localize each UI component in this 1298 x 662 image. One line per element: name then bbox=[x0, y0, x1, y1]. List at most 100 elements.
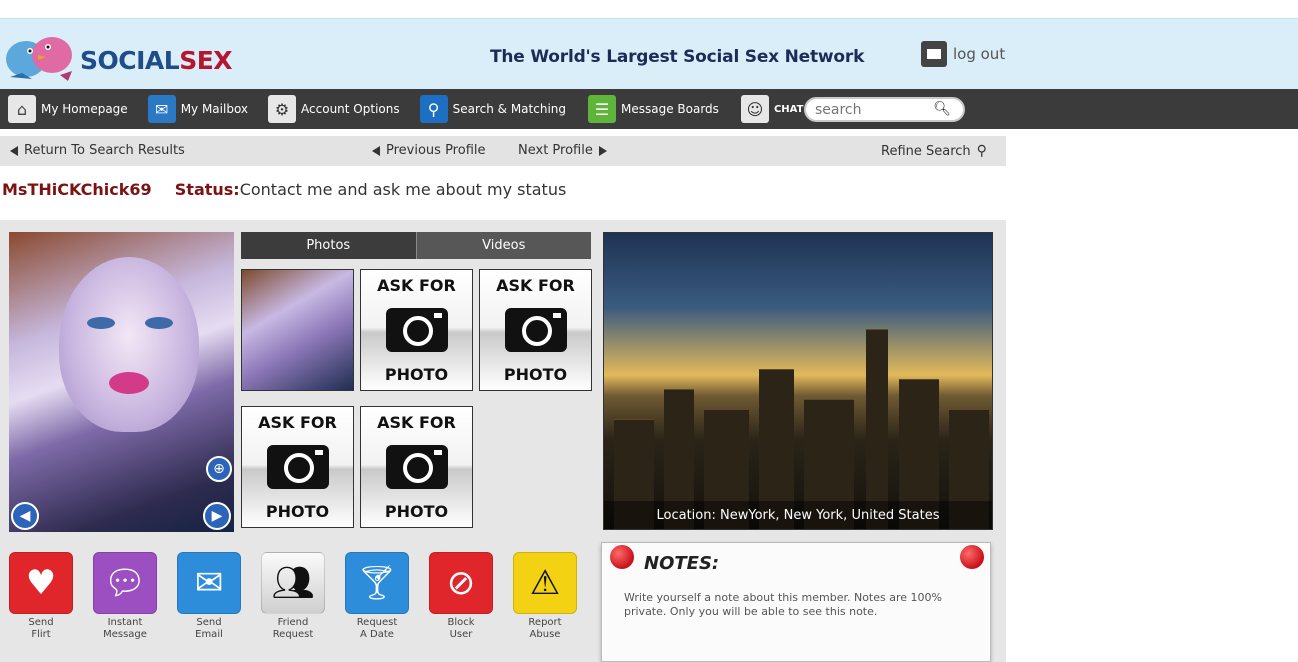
ask-for-photo-tile[interactable]: ASK FOR PHOTO bbox=[241, 406, 354, 528]
instant-message-button[interactable]: 💬︎ Instant Message bbox=[93, 552, 157, 641]
home-icon: ⌂ bbox=[8, 95, 36, 123]
send-flirt-button[interactable]: ♥ Send Flirt bbox=[9, 552, 73, 641]
nav-label: My Homepage bbox=[41, 102, 128, 116]
request-date-button[interactable]: 🍸︎ Request A Date bbox=[345, 552, 409, 641]
main-nav: ⌂ My Homepage ✉ My Mailbox ⚙ Account Opt… bbox=[0, 89, 1298, 129]
notes-placeholder: Write yourself a note about this member.… bbox=[624, 591, 942, 618]
nav-label: My Mailbox bbox=[180, 102, 249, 116]
ask-for-photo-tile[interactable]: ASK FOR PHOTO bbox=[360, 269, 473, 391]
zoom-icon[interactable]: ⊕ bbox=[206, 456, 232, 482]
send-email-button[interactable]: ✉ Send Email bbox=[177, 552, 241, 641]
location-label: Location: NewYork, New York, United Stat… bbox=[604, 501, 992, 529]
camera-icon bbox=[385, 445, 448, 489]
notes-title: NOTES: bbox=[644, 553, 720, 574]
mailbox-icon: ✉ bbox=[147, 95, 176, 123]
media-tabs: Photos Videos bbox=[241, 232, 591, 259]
arrow-right-icon bbox=[598, 145, 607, 156]
photo-lips bbox=[109, 372, 149, 394]
add-friend-icon: 👥︎ bbox=[261, 552, 325, 614]
heart-icon: ♥ bbox=[9, 552, 73, 614]
ask-for-photo-tile[interactable]: ASK FOR PHOTO bbox=[479, 269, 592, 391]
previous-label: Previous Profile bbox=[386, 143, 486, 158]
friend-request-button[interactable]: 👥︎ Friend Request bbox=[261, 552, 325, 641]
photo-label: PHOTO bbox=[384, 502, 449, 521]
next-profile-link[interactable]: Next Profile bbox=[518, 143, 607, 158]
arrow-left-icon bbox=[372, 145, 380, 156]
tab-videos[interactable]: Videos bbox=[415, 232, 591, 259]
skyline-building bbox=[866, 329, 888, 529]
report-abuse-button[interactable]: ⚠ Report Abuse bbox=[513, 552, 577, 641]
photo-thumbnail[interactable] bbox=[241, 269, 354, 391]
logout-label: log out bbox=[953, 45, 1006, 63]
location-photo: Location: NewYork, New York, United Stat… bbox=[603, 232, 993, 530]
ask-for-label: ASK FOR bbox=[377, 413, 456, 432]
nav-item-homepage[interactable]: ⌂ My Homepage bbox=[0, 89, 128, 129]
status-text: Contact me and ask me about my status bbox=[239, 180, 567, 199]
nav-item-account-options[interactable]: ⚙ Account Options bbox=[248, 89, 400, 129]
magnifier-icon: ⚲ bbox=[976, 143, 987, 159]
nav-item-mailbox[interactable]: ✉ My Mailbox bbox=[128, 89, 248, 129]
magnifier-icon[interactable]: 🔍︎ bbox=[933, 101, 951, 117]
top-spacer bbox=[0, 0, 1298, 18]
return-label: Return To Search Results bbox=[24, 143, 185, 158]
pushpin-icon bbox=[610, 545, 634, 569]
board-icon: ☰ bbox=[588, 95, 616, 123]
nav-label: Message Boards bbox=[621, 102, 719, 116]
refine-label: Refine Search bbox=[881, 143, 971, 159]
camera-icon bbox=[504, 308, 567, 352]
pushpin-icon bbox=[960, 545, 984, 569]
refine-search-link[interactable]: Refine Search ⚲ bbox=[881, 143, 987, 159]
profile-panel: ◀ ▶ ⊕ Photos Videos ASK FOR PHOTO ASK FO… bbox=[0, 220, 1006, 662]
photo-label: PHOTO bbox=[503, 365, 568, 384]
action-label: Instant Message bbox=[103, 617, 147, 640]
nav-item-message-boards[interactable]: ☰ Message Boards bbox=[566, 89, 719, 129]
speech-bubble-icon: 💬︎ bbox=[93, 552, 157, 614]
logout-link[interactable]: log out bbox=[921, 41, 1005, 67]
tab-photos[interactable]: Photos bbox=[241, 232, 416, 259]
next-label: Next Profile bbox=[518, 143, 593, 158]
action-label: Friend Request bbox=[272, 617, 314, 640]
photo-face bbox=[59, 257, 199, 432]
nav-item-search-matching[interactable]: ⚲ Search & Matching bbox=[400, 89, 566, 129]
photo-label: PHOTO bbox=[384, 365, 449, 384]
cocktail-icon: 🍸︎ bbox=[345, 552, 409, 614]
brand-part-sex: SEX bbox=[179, 46, 233, 75]
ask-for-label: ASK FOR bbox=[377, 276, 456, 295]
search-icon: ⚲ bbox=[419, 95, 448, 123]
brand-name[interactable]: SOCIALSEX bbox=[80, 46, 233, 75]
main-profile-photo[interactable]: ◀ ▶ bbox=[9, 232, 234, 532]
block-user-button[interactable]: ⊘ Block User bbox=[429, 552, 493, 641]
ask-for-photo-tile[interactable]: ASK FOR PHOTO bbox=[360, 406, 473, 528]
site-header: SOCIALSEX The World's Largest Social Sex… bbox=[0, 18, 1298, 89]
warning-icon: ⚠ bbox=[513, 552, 577, 614]
chat-icon: ☺ bbox=[740, 95, 769, 123]
brand-part-social: SOCIAL bbox=[80, 46, 180, 75]
action-label: Request A Date bbox=[356, 617, 398, 640]
previous-profile-link[interactable]: Previous Profile bbox=[372, 143, 486, 158]
profile-header: MsTHiCKChick69 Status:Contact me and ask… bbox=[2, 180, 566, 199]
status-label: Status: bbox=[174, 180, 240, 199]
action-label: Block User bbox=[447, 617, 475, 640]
envelope-icon: ✉ bbox=[177, 552, 241, 614]
photo-eye bbox=[87, 317, 115, 329]
logout-icon bbox=[921, 41, 947, 67]
gear-icon: ⚙ bbox=[268, 95, 297, 123]
action-label: Send Email bbox=[195, 617, 223, 640]
return-to-results-link[interactable]: Return To Search Results bbox=[10, 143, 185, 158]
camera-icon bbox=[266, 445, 329, 489]
prev-photo-button[interactable]: ◀ bbox=[11, 502, 39, 530]
profile-subnav: Return To Search Results Previous Profil… bbox=[0, 136, 1006, 166]
username: MsTHiCKChick69 bbox=[2, 180, 152, 199]
search-box: 🔍︎ bbox=[804, 97, 965, 122]
photo-label: PHOTO bbox=[265, 502, 330, 521]
birds-logo-icon[interactable] bbox=[2, 25, 78, 85]
ask-for-label: ASK FOR bbox=[258, 413, 337, 432]
notes-panel[interactable]: NOTES: Write yourself a note about this … bbox=[601, 542, 991, 662]
search-input[interactable] bbox=[815, 101, 935, 118]
block-icon: ⊘ bbox=[429, 552, 493, 614]
nav-label: Account Options bbox=[301, 102, 400, 116]
ask-for-label: ASK FOR bbox=[496, 276, 575, 295]
next-photo-button[interactable]: ▶ bbox=[203, 502, 231, 530]
nav-label: Search & Matching bbox=[452, 102, 566, 116]
action-label: Send Flirt bbox=[28, 617, 54, 640]
